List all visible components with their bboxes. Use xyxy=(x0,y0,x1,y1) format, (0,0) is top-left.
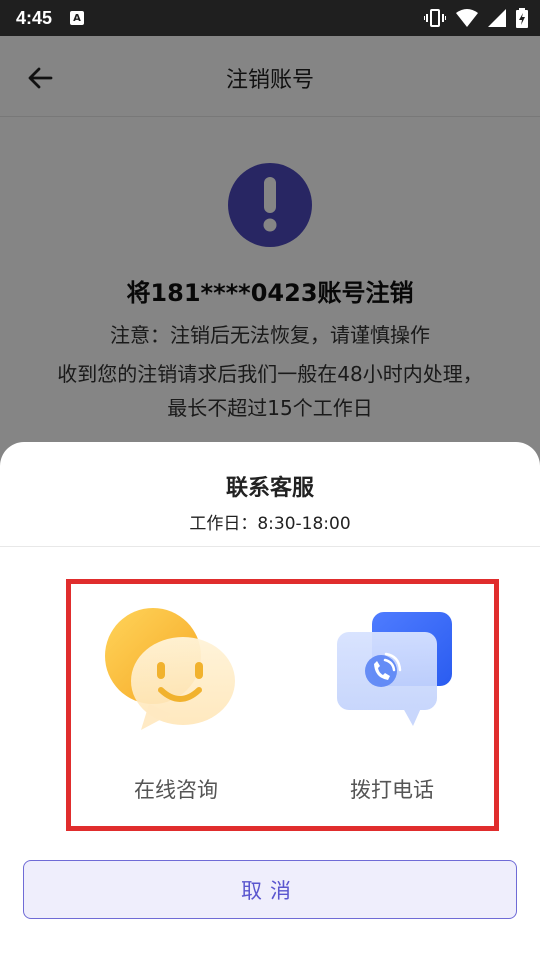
online-consult-label: 在线咨询 xyxy=(134,778,218,802)
status-time: 4:45 xyxy=(16,7,53,28)
status-bar: 4:45 A xyxy=(0,0,540,36)
phone-call-label: 拨打电话 xyxy=(350,778,434,802)
phone-call-icon xyxy=(337,612,452,726)
notification-app-icon: A xyxy=(70,11,85,25)
working-hours: 工作日：8:30-18:00 xyxy=(189,514,351,534)
wifi-icon xyxy=(456,9,478,27)
status-icons xyxy=(424,0,528,36)
chat-bubble-smile-icon xyxy=(105,608,235,730)
cancel-button[interactable]: 取消 xyxy=(23,860,517,919)
sheet-title: 联系客服 xyxy=(225,476,314,501)
online-consult-option[interactable]: 在线咨询 xyxy=(71,584,281,826)
divider xyxy=(0,546,540,547)
battery-icon xyxy=(516,8,528,28)
phone-call-option[interactable]: 拨打电话 xyxy=(287,584,497,826)
contact-support-sheet: 联系客服 工作日：8:30-18:00 在线咨询 拨打电话 取消 xyxy=(0,442,540,960)
contact-options: 在线咨询 拨打电话 xyxy=(66,579,499,831)
vibrate-icon xyxy=(424,9,446,27)
signal-icon xyxy=(488,9,506,27)
